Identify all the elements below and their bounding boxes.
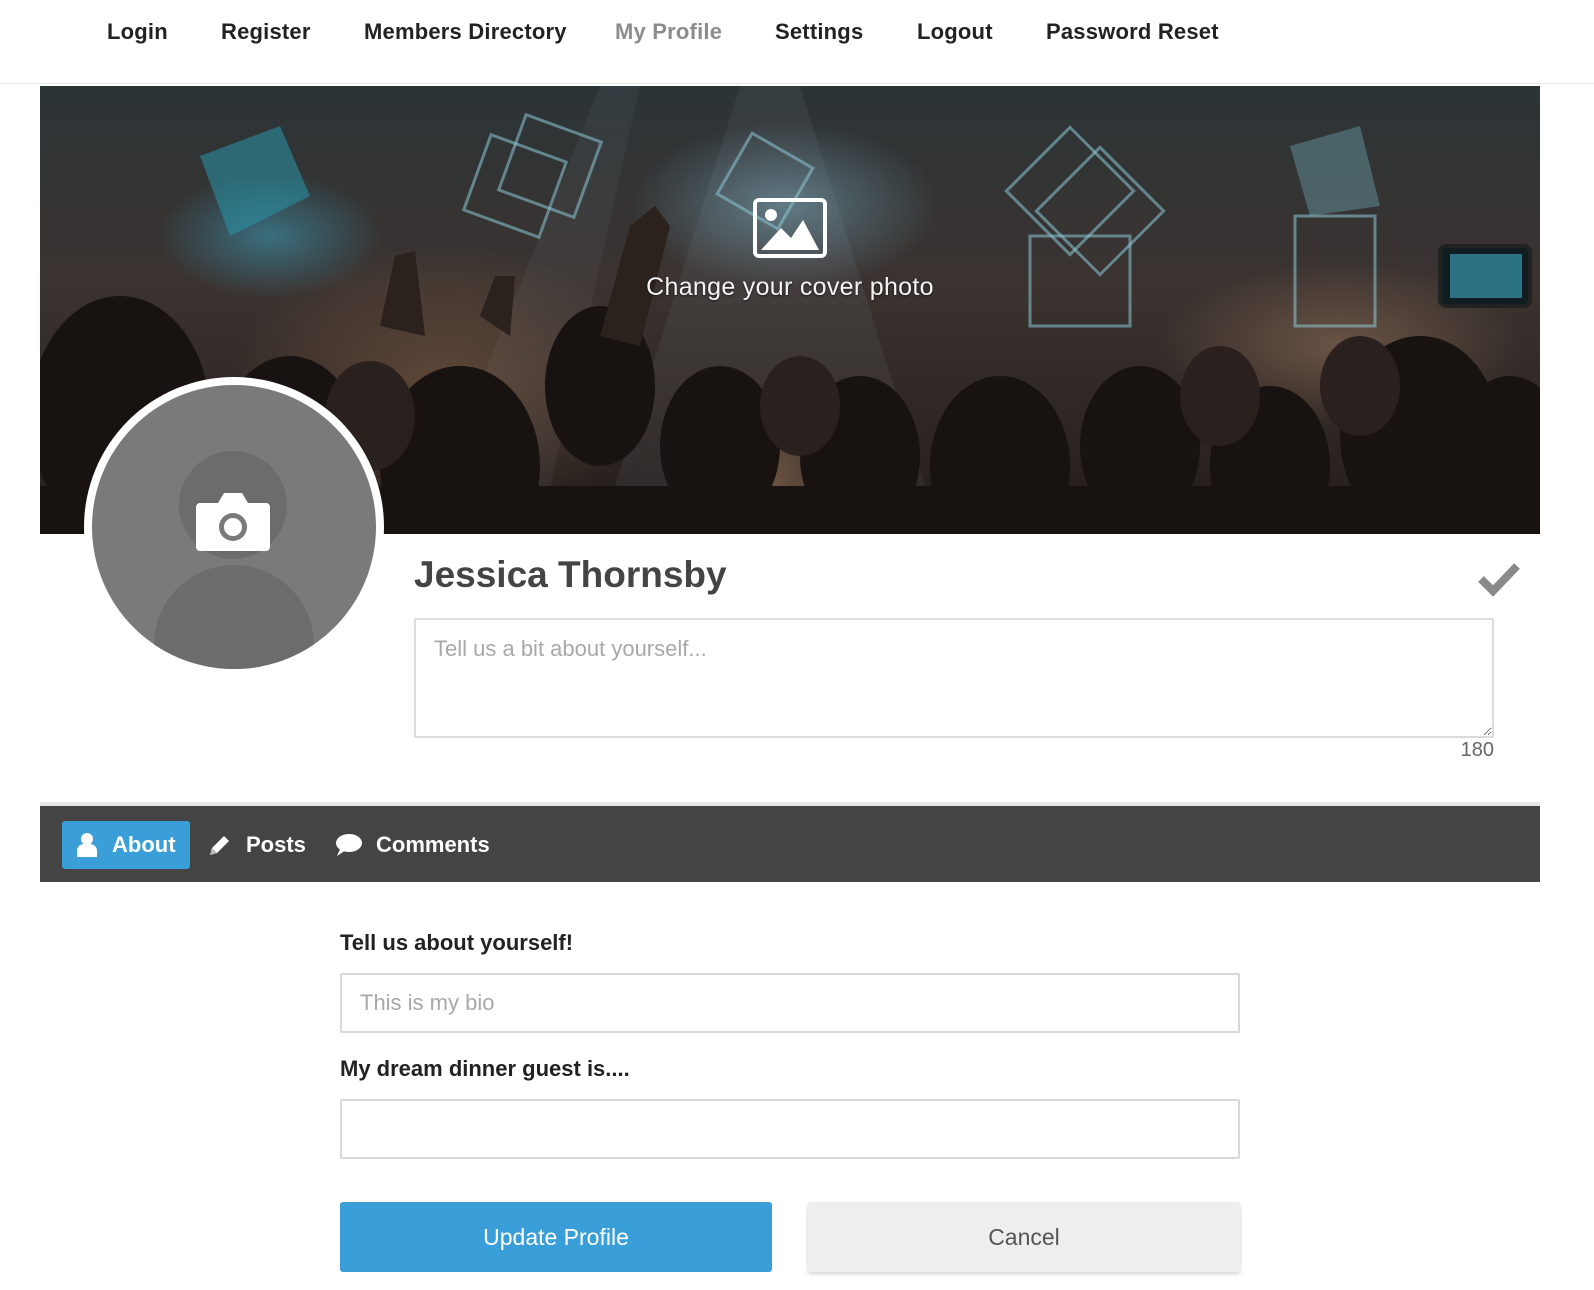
checkmark-icon[interactable] xyxy=(1477,561,1521,597)
nav-password-reset-link[interactable]: Password Reset xyxy=(1046,19,1219,45)
about-yourself-input[interactable] xyxy=(340,973,1240,1033)
camera-icon[interactable] xyxy=(194,489,272,555)
avatar-body-shape xyxy=(154,565,314,669)
nav-logout-link[interactable]: Logout xyxy=(917,19,993,45)
cancel-button[interactable]: Cancel xyxy=(808,1202,1240,1272)
speech-bubble-icon xyxy=(336,834,362,856)
top-navigation: Login Register Members Directory My Prof… xyxy=(0,0,1594,84)
pencil-icon xyxy=(210,836,229,855)
change-cover-photo-button[interactable]: Change your cover photo xyxy=(40,198,1540,302)
profile-bio-textarea[interactable] xyxy=(414,618,1494,738)
dream-dinner-guest-input[interactable] xyxy=(340,1099,1240,1159)
tab-about-label: About xyxy=(112,832,176,857)
profile-name: Jessica Thornsby xyxy=(414,554,727,595)
dream-dinner-guest-label: My dream dinner guest is.... xyxy=(340,1056,630,1081)
tab-posts-label: Posts xyxy=(246,832,306,857)
tab-about[interactable]: About xyxy=(62,821,190,869)
image-icon xyxy=(753,198,827,258)
avatar-placeholder xyxy=(92,385,376,669)
avatar[interactable] xyxy=(84,377,384,677)
nav-my-profile-link[interactable]: My Profile xyxy=(615,19,722,45)
change-cover-photo-text: Change your cover photo xyxy=(646,273,934,301)
nav-members-directory-link[interactable]: Members Directory xyxy=(364,19,567,45)
tab-comments-label: Comments xyxy=(376,832,490,857)
about-yourself-label: Tell us about yourself! xyxy=(340,930,574,955)
nav-settings-link[interactable]: Settings xyxy=(775,19,863,45)
tab-posts[interactable]: Posts xyxy=(194,821,320,869)
profile-tabs-bar: About Posts Comments xyxy=(40,802,1540,882)
bio-character-count: 180 xyxy=(1460,739,1494,761)
user-icon xyxy=(77,833,97,857)
update-profile-button[interactable]: Update Profile xyxy=(340,1202,772,1272)
nav-register-link[interactable]: Register xyxy=(221,19,311,45)
nav-login-link[interactable]: Login xyxy=(107,19,168,45)
tab-comments[interactable]: Comments xyxy=(320,821,504,869)
